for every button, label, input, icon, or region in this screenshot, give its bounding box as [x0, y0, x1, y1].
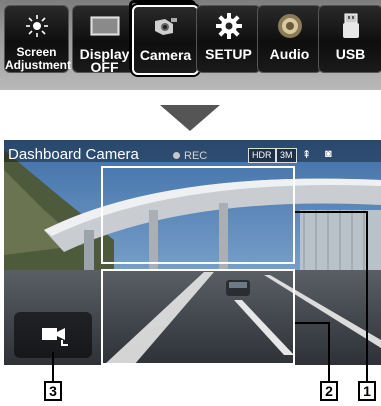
- usb-button[interactable]: USB: [318, 5, 381, 73]
- camera-icon: [151, 14, 181, 40]
- gear-icon: [214, 13, 244, 39]
- callout-label-1: 1: [358, 381, 376, 401]
- callout-1-line-vertical: [366, 211, 368, 381]
- camera-label: Camera: [139, 47, 192, 63]
- gps-icon: ⇞: [302, 149, 312, 161]
- callout-1-line: [295, 211, 368, 213]
- display-off-icon: [90, 13, 120, 39]
- audio-button[interactable]: Audio: [257, 5, 322, 73]
- speaker-icon: [275, 13, 305, 39]
- screen-adjustment-label: Screen Adjustment: [5, 45, 71, 72]
- camera-button[interactable]: Camera: [132, 5, 199, 75]
- setup-button[interactable]: SETUP: [196, 5, 261, 73]
- callout-label-3: 3: [44, 381, 62, 401]
- resolution-badge: 3M: [276, 148, 297, 163]
- callout-2-line-vertical: [328, 322, 330, 381]
- callout-area-2[interactable]: [101, 269, 295, 365]
- down-arrow-icon: [160, 105, 220, 131]
- callout-3-line: [52, 352, 54, 381]
- video-record-icon: [42, 328, 68, 346]
- display-off-button[interactable]: Display OFF: [72, 5, 137, 75]
- hdr-badge: HDR: [248, 148, 276, 163]
- audio-label: Audio: [269, 46, 310, 62]
- usb-icon: [336, 13, 366, 39]
- rec-dot-icon: [173, 152, 180, 159]
- screen-adjustment-button[interactable]: Screen Adjustment: [4, 5, 71, 73]
- callout-area-1[interactable]: [101, 166, 295, 264]
- callout-label-2: 2: [320, 381, 338, 401]
- setup-label: SETUP: [205, 46, 252, 62]
- rec-indicator: REC: [173, 150, 207, 162]
- callout-2-line: [295, 322, 330, 324]
- screen-adjust-icon: [22, 13, 52, 39]
- rec-label: REC: [184, 150, 208, 162]
- mic-off-icon: ◙: [325, 148, 332, 160]
- usb-label: USB: [335, 46, 366, 62]
- page-title: Dashboard Camera: [8, 146, 139, 163]
- display-off-label: Display OFF: [79, 46, 130, 75]
